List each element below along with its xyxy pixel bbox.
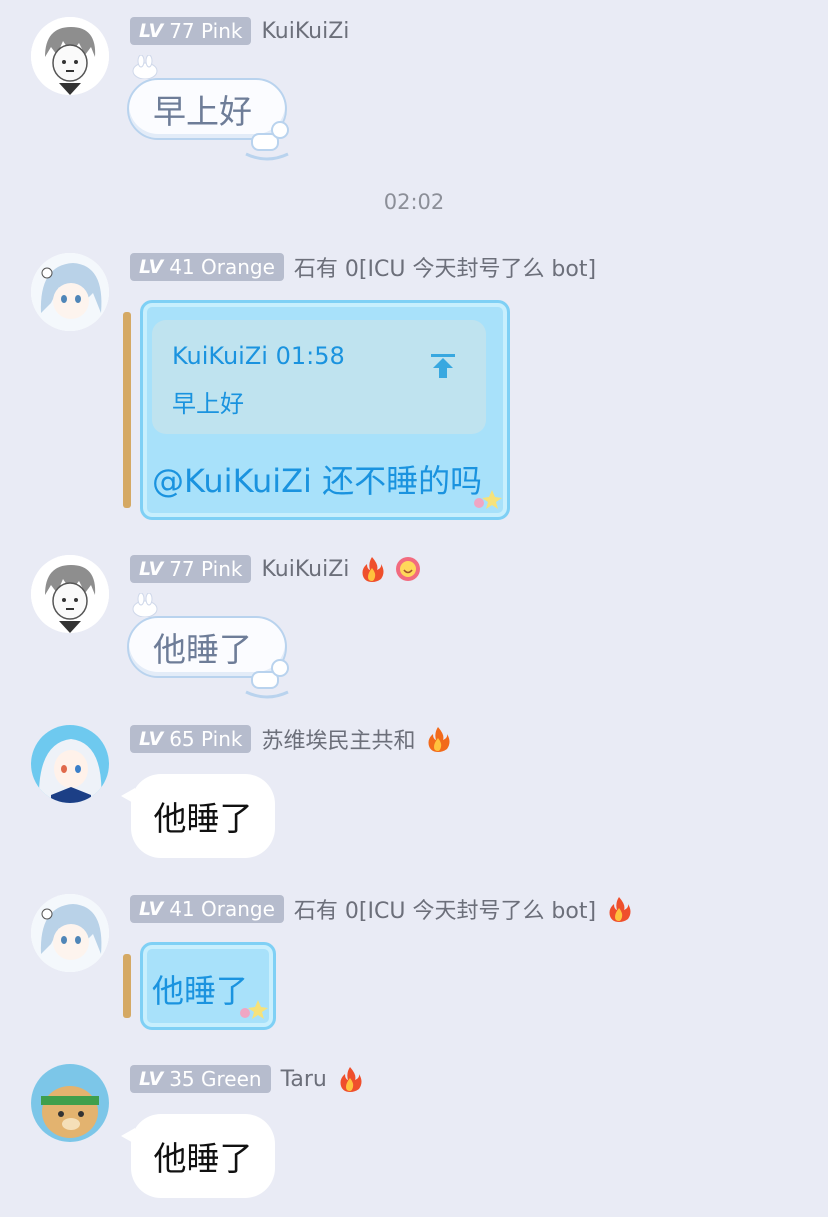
message-text: @KuiKuiZi 还不睡的吗: [152, 462, 483, 500]
rocking-horse-icon: [245, 121, 289, 161]
avatar-kuikuizi[interactable]: [31, 17, 109, 95]
level-badge: LV 65 Pink: [130, 725, 252, 753]
rocking-horse-icon: [245, 659, 289, 699]
avatar-shiyou[interactable]: [31, 894, 109, 972]
fire-icon: [609, 897, 631, 922]
message-text: 他睡了: [153, 630, 252, 669]
sender-name[interactable]: 石有 0[ICU 今天封号了么 bot]: [294, 251, 596, 283]
message-text: 他睡了: [153, 799, 253, 838]
message-header: LV 65 Pink 苏维埃民主共和: [130, 724, 451, 754]
sender-name[interactable]: KuiKuiZi: [261, 557, 349, 582]
level-badge: LV 77 Pink: [130, 555, 252, 583]
star-sparkle-icon: [474, 490, 502, 509]
quoted-text: 早上好: [172, 390, 244, 418]
level-badge: LV 41 Orange: [130, 253, 284, 281]
message-header: LV 41 Orange 石有 0[ICU 今天封号了么 bot]: [130, 252, 596, 282]
fire-icon: [428, 727, 450, 752]
sender-name[interactable]: 石有 0[ICU 今天封号了么 bot]: [294, 893, 596, 925]
avatar-kuikuizi[interactable]: [31, 555, 109, 633]
quoted-header: KuiKuiZi 01:58: [172, 342, 345, 370]
level-badge: LV 77 Pink: [130, 17, 252, 45]
avatar-taru[interactable]: [31, 1064, 109, 1142]
jar-cork: [123, 312, 131, 508]
message-bubble[interactable]: 他睡了: [121, 1114, 275, 1198]
star-sparkle-icon: [240, 1000, 268, 1019]
message-text: 他睡了: [152, 972, 249, 1010]
bunny-icon: [132, 55, 158, 79]
sender-name[interactable]: Taru: [281, 1067, 327, 1092]
level-badge: LV 35 Green: [130, 1065, 271, 1093]
message-timestamp: 02:02: [383, 190, 445, 214]
fire-icon: [362, 557, 384, 582]
bunny-icon: [132, 593, 158, 617]
smile-badge-icon: [396, 557, 421, 581]
message-header: LV 77 Pink KuiKuiZi: [130, 554, 421, 584]
message-bubble[interactable]: 他睡了: [121, 774, 275, 858]
jump-to-quote-icon[interactable]: [429, 352, 457, 380]
sender-name[interactable]: KuiKuiZi: [261, 19, 349, 44]
sender-name[interactable]: 苏维埃民主共和: [261, 723, 415, 755]
message-header: LV 41 Orange 石有 0[ICU 今天封号了么 bot]: [130, 894, 632, 924]
avatar-shiyou[interactable]: [31, 253, 109, 331]
jar-cork: [123, 954, 131, 1018]
level-badge: LV 41 Orange: [130, 895, 284, 923]
message-text: 早上好: [153, 92, 252, 131]
message-header: LV 77 Pink KuiKuiZi: [130, 16, 349, 46]
avatar-suweiai[interactable]: [31, 725, 109, 803]
message-header: LV 35 Green Taru: [130, 1064, 363, 1094]
message-text: 他睡了: [153, 1139, 253, 1178]
fire-icon: [340, 1067, 362, 1092]
